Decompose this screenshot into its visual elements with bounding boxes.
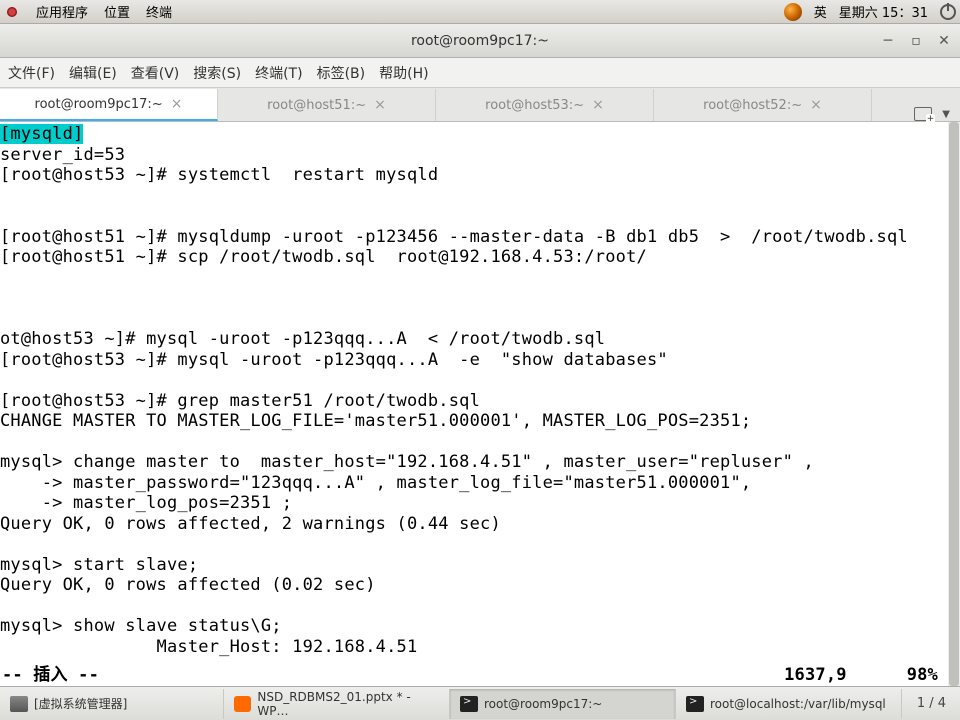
terminal-line: server_id=53 — [0, 145, 125, 165]
terminal-icon — [686, 696, 704, 712]
tab-room9pc17[interactable]: root@room9pc17:~ × — [0, 89, 218, 121]
task-terminal-localhost[interactable]: root@localhost:/var/lib/mysql — [676, 689, 902, 719]
tab-close-icon[interactable]: × — [171, 96, 183, 112]
menu-tabs[interactable]: 标签(B) — [317, 63, 366, 83]
tab-label: root@host52:~ — [703, 98, 802, 113]
terminal-line: ot@host53 ~]# mysql -uroot -p123qqq...A … — [0, 329, 605, 349]
places-menu[interactable]: 位置 — [104, 2, 130, 21]
vim-status-line: -- 插入 -- 1637,9 98% — [0, 664, 948, 686]
menu-view[interactable]: 查看(V) — [131, 63, 180, 83]
desktop-topbar: 应用程序 位置 终端 英 星期六 15：31 — [0, 0, 960, 24]
minimize-button[interactable]: ─ — [880, 33, 896, 49]
terminal-line: [root@host51 ~]# scp /root/twodb.sql roo… — [0, 247, 647, 267]
menu-edit[interactable]: 编辑(E) — [69, 63, 117, 83]
workspace-indicator[interactable]: 1 / 4 — [903, 696, 960, 711]
window-titlebar: root@room9pc17:~ ─ ▫ ✕ — [0, 24, 960, 58]
task-wps[interactable]: NSD_RDBMS2_01.pptx * - WP… — [224, 689, 450, 719]
terminal-menu[interactable]: 终端 — [146, 2, 172, 21]
tab-close-icon[interactable]: × — [810, 97, 822, 113]
vim-mode: -- 插入 -- — [2, 665, 99, 686]
desktop-taskbar: [虚拟系统管理器] NSD_RDBMS2_01.pptx * - WP… roo… — [0, 686, 960, 720]
tab-label: root@room9pc17:~ — [35, 97, 163, 112]
terminal-line: CHANGE MASTER TO MASTER_LOG_FILE='master… — [0, 411, 751, 431]
terminal-line: mysql> change master to master_host="192… — [0, 452, 814, 472]
menubar: 文件(F) 编辑(E) 查看(V) 搜索(S) 终端(T) 标签(B) 帮助(H… — [0, 58, 960, 88]
new-tab-icon[interactable] — [914, 107, 932, 121]
vm-icon — [10, 696, 28, 712]
ime-indicator[interactable]: 英 — [814, 2, 827, 21]
terminal-body[interactable]: [mysqld] server_id=53 [root@host53 ~]# s… — [0, 122, 960, 686]
vim-cursor-pos: 1637,9 — [784, 665, 847, 686]
menu-search[interactable]: 搜索(S) — [193, 63, 241, 83]
task-label: root@localhost:/var/lib/mysql — [710, 697, 886, 711]
tab-close-icon[interactable]: × — [592, 97, 604, 113]
menu-help[interactable]: 帮助(H) — [379, 63, 428, 83]
task-terminal-room9pc17[interactable]: root@room9pc17:~ — [450, 689, 676, 719]
terminal-line: [root@host53 ~]# grep master51 /root/two… — [0, 391, 480, 411]
tab-label: root@host53:~ — [485, 98, 584, 113]
tab-host53[interactable]: root@host53:~ × — [436, 89, 654, 121]
clock[interactable]: 星期六 15：31 — [839, 2, 928, 21]
scrollbar-thumb[interactable] — [949, 122, 959, 686]
update-indicator-icon[interactable] — [784, 3, 802, 21]
terminal-line: [root@host51 ~]# mysqldump -uroot -p1234… — [0, 227, 908, 247]
terminal-line: [root@host53 ~]# systemctl restart mysql… — [0, 165, 438, 185]
vim-scroll-pct: 98% — [907, 665, 938, 686]
terminal-line: Query OK, 0 rows affected, 2 warnings (0… — [0, 514, 501, 534]
tab-close-icon[interactable]: × — [374, 97, 386, 113]
maximize-button[interactable]: ▫ — [908, 33, 924, 49]
tab-host52[interactable]: root@host52:~ × — [654, 89, 872, 121]
terminal-line: [root@host53 ~]# mysql -uroot -p123qqq..… — [0, 350, 668, 370]
close-button[interactable]: ✕ — [936, 33, 952, 49]
terminal-line: mysql> show slave status\G; — [0, 616, 282, 636]
task-label: [虚拟系统管理器] — [34, 695, 127, 712]
terminal-line: -> master_password="123qqq...A" , master… — [0, 473, 751, 493]
mysqld-section-tag: [mysqld] — [0, 124, 83, 144]
task-vm-manager[interactable]: [虚拟系统管理器] — [0, 689, 224, 719]
tabbar: root@room9pc17:~ × root@host51:~ × root@… — [0, 88, 960, 122]
activities-icon[interactable] — [4, 4, 20, 20]
terminal-line: Master_Host: 192.168.4.51 — [0, 637, 417, 657]
power-icon[interactable] — [940, 4, 956, 20]
terminal-line: -> master_log_pos=2351 ; — [0, 493, 292, 513]
terminal-scrollbar[interactable] — [948, 122, 960, 686]
wps-icon — [234, 696, 251, 712]
task-label: NSD_RDBMS2_01.pptx * - WP… — [257, 690, 439, 718]
tab-menu-dropdown-icon[interactable]: ▼ — [942, 109, 950, 120]
menu-file[interactable]: 文件(F) — [8, 63, 55, 83]
terminal-line: Query OK, 0 rows affected (0.02 sec) — [0, 575, 376, 595]
apps-menu[interactable]: 应用程序 — [36, 2, 88, 21]
tab-host51[interactable]: root@host51:~ × — [218, 89, 436, 121]
terminal-line: mysql> start slave; — [0, 555, 198, 575]
window-title: root@room9pc17:~ — [411, 33, 549, 49]
tab-label: root@host51:~ — [267, 98, 366, 113]
menu-terminal[interactable]: 终端(T) — [255, 63, 302, 83]
terminal-icon — [460, 696, 478, 712]
task-label: root@room9pc17:~ — [484, 697, 602, 711]
